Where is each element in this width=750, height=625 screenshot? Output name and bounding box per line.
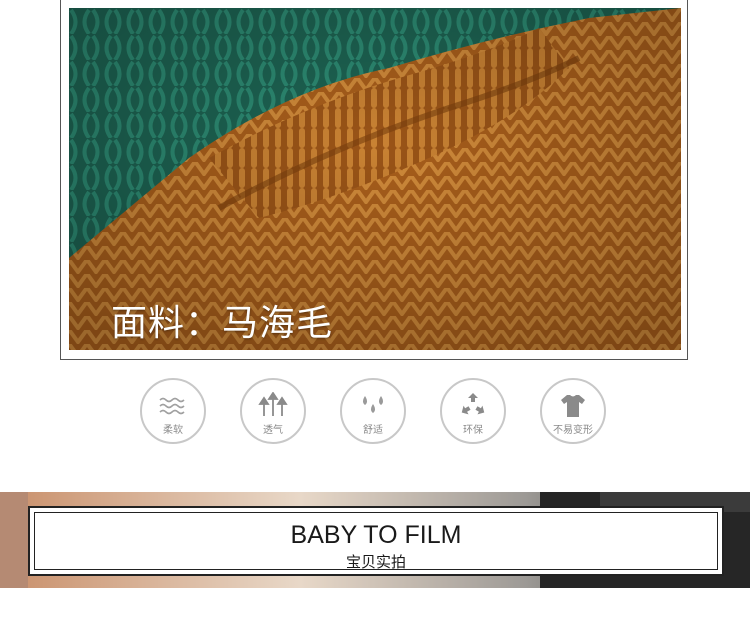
feature-label: 透气	[263, 425, 283, 436]
banner-subtitle: 宝贝实拍	[345, 553, 406, 571]
feature-label: 柔软	[163, 425, 183, 436]
shirt-icon	[561, 395, 585, 417]
feature-soft: 柔软	[140, 378, 206, 444]
banner-inner-frame: BABY TO FILM 宝贝实拍	[34, 512, 718, 571]
feature-icons: 柔软 透气 舒适 环保 不易变形	[140, 378, 610, 448]
feature-comfortable: 舒适	[340, 378, 406, 444]
banner-title: BABY TO FILM	[290, 521, 462, 549]
arrows-up-icon	[258, 392, 288, 416]
fabric-photo-frame: 面料：马海毛	[60, 0, 688, 360]
droplets-icon	[363, 396, 383, 413]
recycle-icon	[461, 393, 485, 415]
feature-label: 舒适	[363, 425, 383, 436]
feature-no-deform: 不易变形	[540, 378, 606, 444]
feature-breathable: 透气	[240, 378, 306, 444]
fabric-photo: 面料：马海毛	[69, 8, 681, 350]
fabric-caption: 面料：马海毛	[111, 303, 334, 344]
wave-icon	[159, 397, 185, 415]
feature-label: 不易变形	[553, 425, 593, 436]
feature-label: 环保	[463, 425, 483, 436]
banner-box: BABY TO FILM 宝贝实拍	[28, 506, 724, 576]
feature-eco: 环保	[440, 378, 506, 444]
